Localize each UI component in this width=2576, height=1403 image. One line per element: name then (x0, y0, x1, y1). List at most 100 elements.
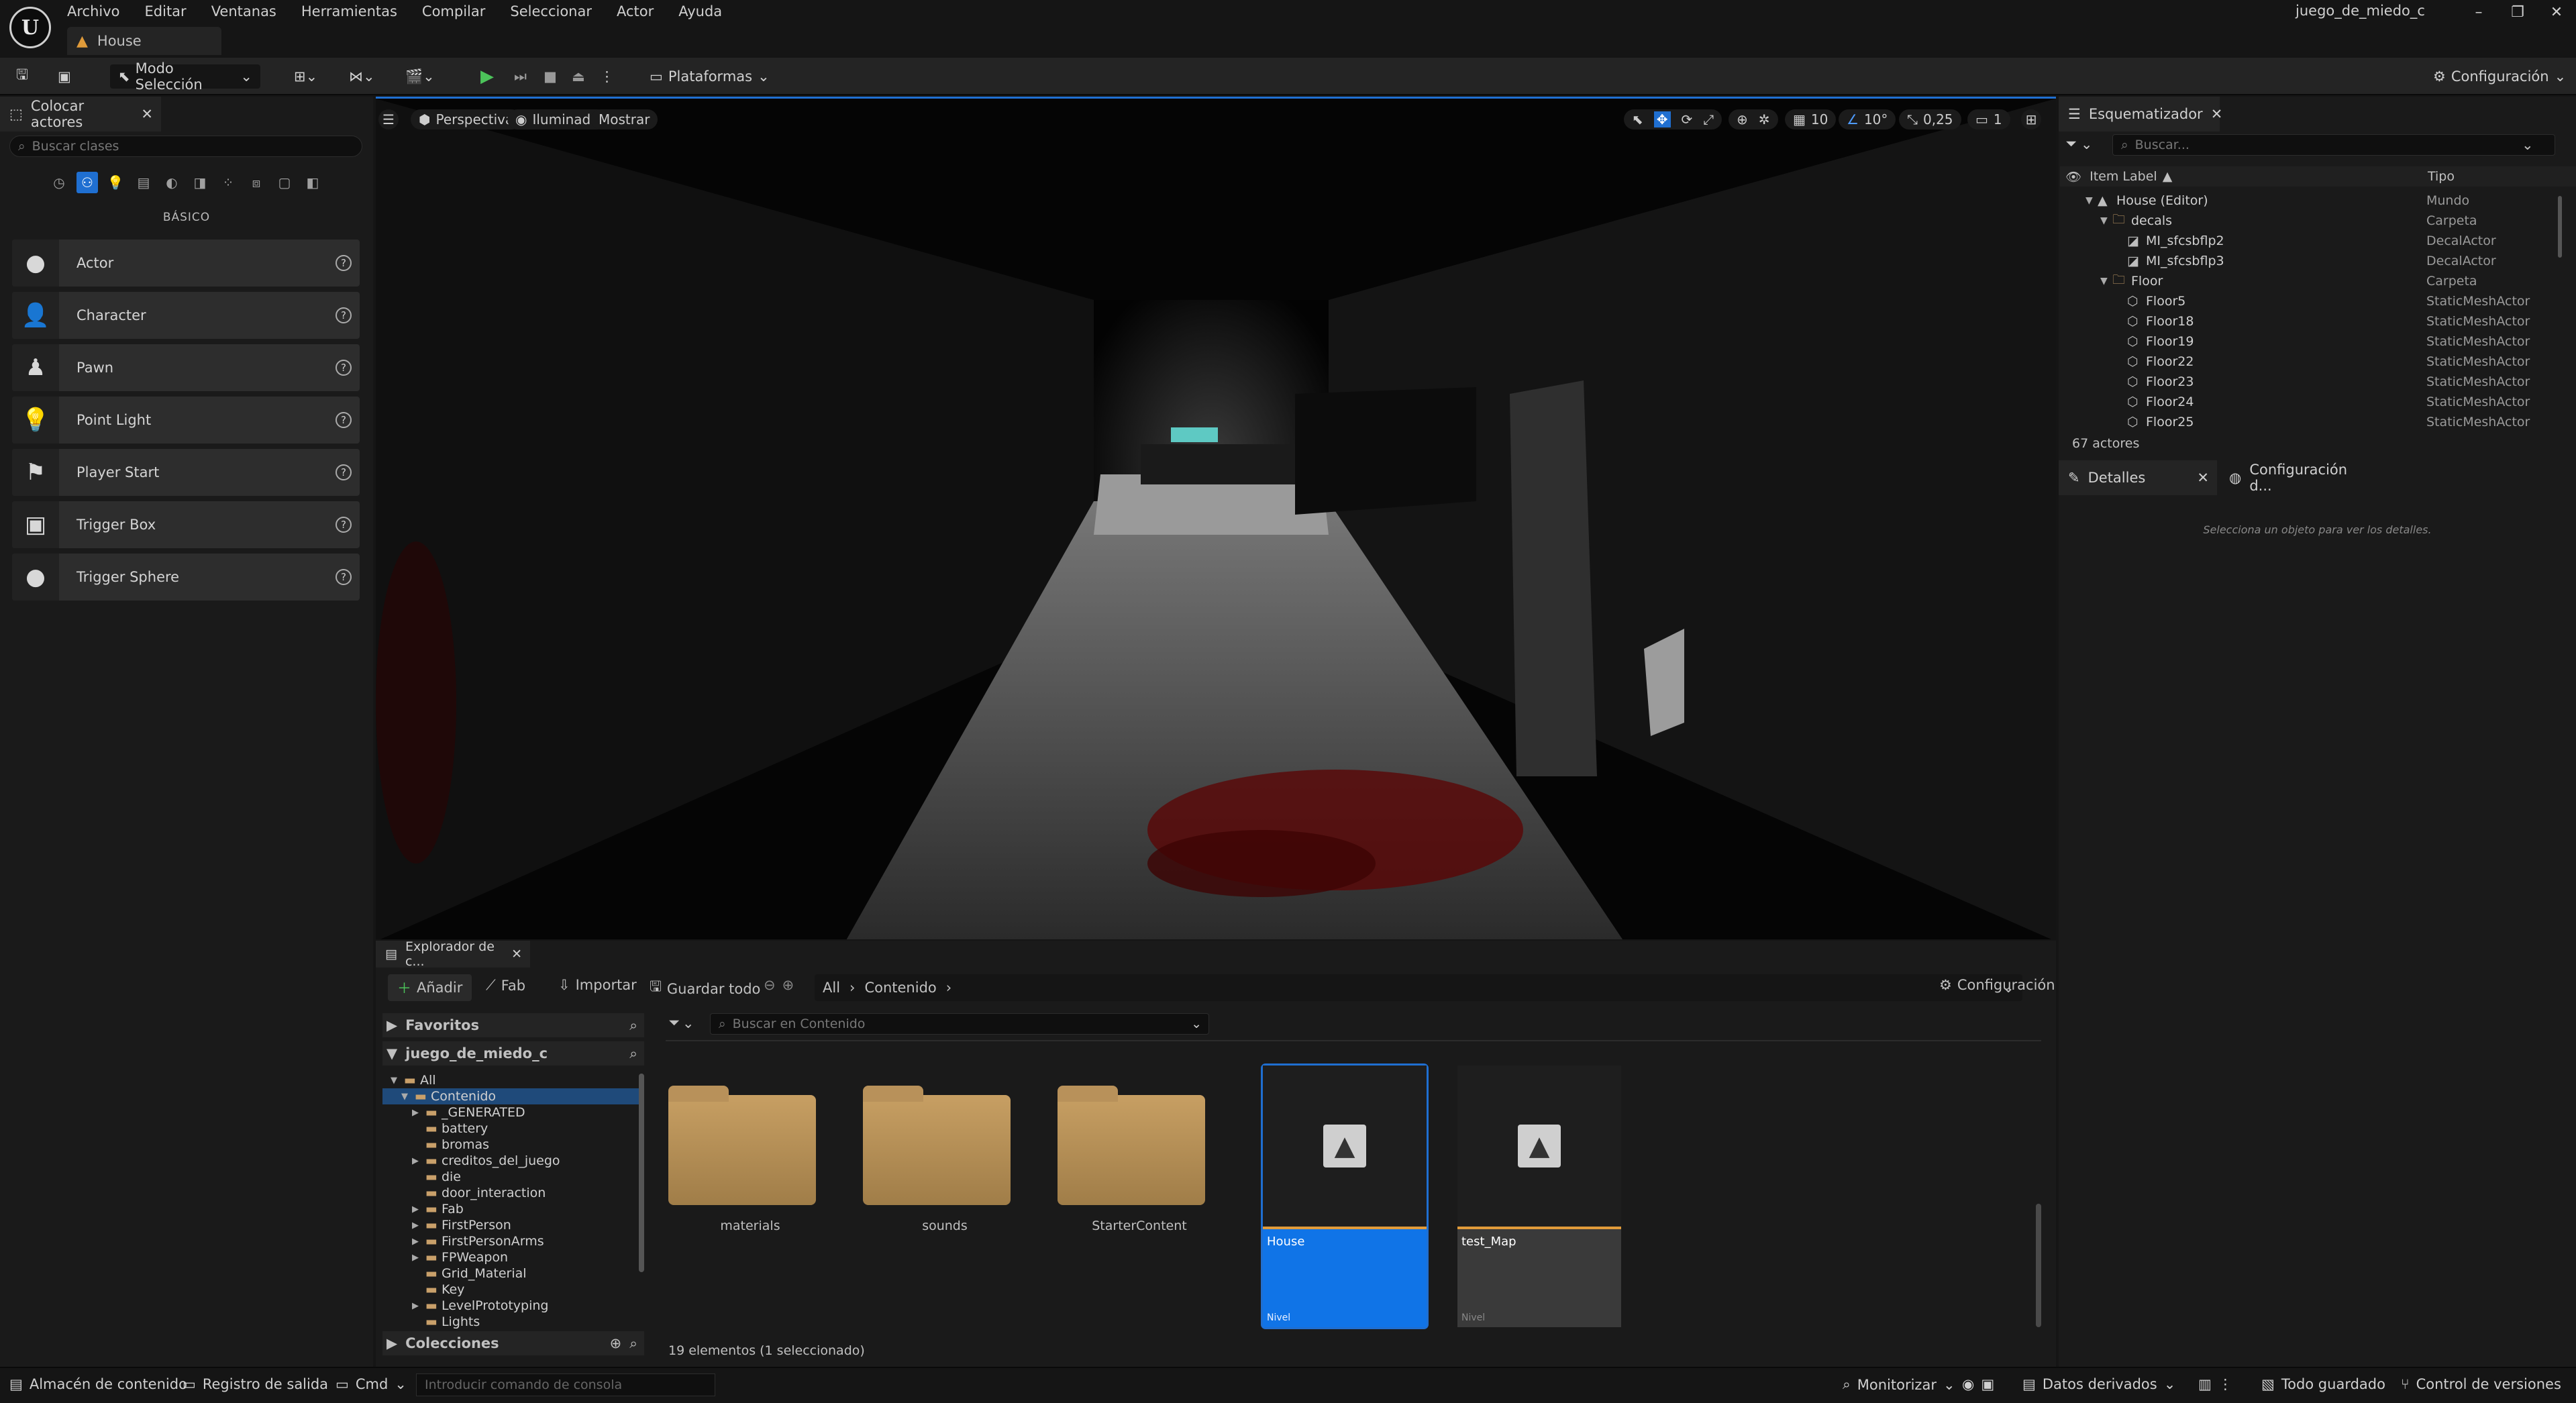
favorites-section[interactable]: ▶ Favoritos ⌕ (382, 1013, 644, 1037)
content-browser-tab[interactable]: ▤ Explorador de c... ✕ (376, 939, 530, 969)
expand-arrow-icon[interactable]: ▶ (412, 1108, 423, 1118)
rotate-tool-icon[interactable]: ⟳ (1682, 111, 1693, 127)
perspective-button[interactable]: ⬢ Perspectiva (411, 109, 522, 129)
back-icon[interactable]: ⊖ (764, 977, 776, 993)
outliner-tab[interactable]: ☰ Esquematizador ✕ (2059, 97, 2223, 132)
outliner-filter[interactable]: ⏷ ⌄ (2065, 136, 2092, 152)
eye-icon[interactable]: 👁 (2065, 169, 2081, 185)
save-all-button[interactable]: 🖫 Guardar todo (650, 977, 760, 1000)
move-tool-icon[interactable]: ✥ (1653, 111, 1671, 127)
help-icon[interactable]: ? (336, 517, 352, 533)
console-input[interactable]: Introducir comando de consola (416, 1373, 715, 1396)
more-icon[interactable]: ⋮ (2218, 1376, 2232, 1392)
project-section[interactable]: ▼ juego_de_miedo_c ⌕ (382, 1041, 644, 1066)
tree-folder[interactable]: ▶ ▬ creditos_del_juego (382, 1153, 644, 1169)
folder-tile[interactable]: StarterContent (1058, 1066, 1221, 1327)
tree-folder[interactable]: ▬ door_interaction (382, 1185, 644, 1201)
col-item-label[interactable]: Item Label (2090, 169, 2157, 184)
help-icon[interactable]: ? (336, 360, 352, 376)
chart-icon[interactable]: ▥ (2198, 1376, 2212, 1392)
outliner-search-input[interactable]: ⌕ Buscar... (2112, 134, 2555, 156)
expand-arrow-icon[interactable]: ▼ (391, 1076, 401, 1086)
eject-icon[interactable]: ⏏ (572, 64, 585, 89)
grid-snap[interactable]: ▦ 10 (1785, 109, 1837, 129)
tree-folder[interactable]: ▬ Key (382, 1282, 644, 1298)
path-content[interactable]: Contenido (864, 980, 936, 996)
close-icon[interactable]: ✕ (2211, 106, 2223, 122)
expand-arrow-icon[interactable]: ▶ (412, 1220, 423, 1231)
tree-folder[interactable]: ▶ ▬ LevelPrototyping (382, 1298, 644, 1314)
class-search-input[interactable]: ⌕ Buscar clases (9, 136, 362, 157)
camera-speed[interactable]: ▭ 1 (1967, 109, 2010, 129)
record-icon[interactable]: ◉ (1962, 1376, 1974, 1392)
expand-arrow-icon[interactable]: ▶ (412, 1253, 423, 1263)
outliner-row[interactable]: ⬡ Floor18 StaticMeshActor (2059, 311, 2576, 331)
world-icon[interactable]: ⊕ (1737, 111, 1748, 127)
cinematics-icon[interactable]: 🎬⌄ (405, 64, 435, 89)
basic-icon[interactable]: ⚇ (76, 172, 98, 193)
tree-folder[interactable]: ▬ battery (382, 1121, 644, 1137)
tree-folder[interactable]: ▶ ▬ FPWeapon (382, 1249, 644, 1265)
close-icon[interactable]: ✕ (511, 947, 522, 962)
scale-snap[interactable]: ⤡ 0,25 (1899, 109, 1961, 129)
search-icon[interactable]: ⌕ (629, 1017, 637, 1034)
surface-snap-icon[interactable]: ✲ (1759, 111, 1770, 127)
layout-icon[interactable]: ⊞ (2021, 109, 2041, 129)
close-icon[interactable]: ✕ (141, 106, 153, 122)
screenshot-icon[interactable]: ▣ (1981, 1376, 1994, 1392)
outliner-row[interactable]: ▼ ▲ House (Editor) Mundo (2059, 191, 2576, 211)
cmd-selector[interactable]: ▭ Cmd ⌄ (336, 1376, 407, 1392)
menu-herramientas[interactable]: Herramientas (301, 3, 410, 19)
outliner-row[interactable]: ⬡ Floor25 StaticMeshActor (2059, 412, 2576, 432)
settings-button[interactable]: ⚙ Configuración ⌄ (2433, 64, 2566, 89)
menu-archivo[interactable]: Archivo (67, 3, 133, 19)
collections-section[interactable]: ▶ Colecciones ⊕ ⌕ (382, 1331, 644, 1355)
tree-folder[interactable]: ▼ ▬ All (382, 1072, 644, 1088)
actor-item[interactable]: 💡 Point Light? (12, 397, 360, 444)
tree-folder[interactable]: ▬ bromas (382, 1137, 644, 1153)
tree-folder[interactable]: ▶ ▬ FirstPerson (382, 1217, 644, 1233)
expand-arrow-icon[interactable]: ▶ (412, 1301, 423, 1311)
expand-arrow-icon[interactable]: ▼ (2085, 195, 2093, 206)
search-icon[interactable]: ⌕ (629, 1335, 637, 1352)
help-icon[interactable]: ? (336, 255, 352, 271)
actor-item[interactable]: ● Actor? (12, 240, 360, 287)
level-asset-tile[interactable]: ▲ test_Map Nivel (1457, 1066, 1621, 1327)
platforms-button[interactable]: ▭ Plataformas ⌄ (650, 64, 770, 89)
help-icon[interactable]: ? (336, 464, 352, 480)
folder-tile[interactable]: sounds (863, 1066, 1027, 1327)
menu-editar[interactable]: Editar (145, 3, 199, 19)
output-log-button[interactable]: ▭ Registro de salida (183, 1376, 328, 1392)
extra-icon[interactable]: ◧ (302, 172, 323, 193)
lights-icon[interactable]: 💡 (105, 172, 126, 193)
actor-item[interactable]: ● Trigger Sphere? (12, 554, 360, 601)
play-options-icon[interactable]: ⋮ (600, 64, 614, 89)
blueprint-icon[interactable]: ⋈⌄ (349, 64, 375, 89)
folder-tile[interactable]: materials (668, 1066, 832, 1327)
world-settings-tab[interactable]: ◍ Configuración d... (2220, 460, 2374, 495)
visual-effects-icon[interactable]: ◐ (161, 172, 183, 193)
search-icon[interactable]: ⌕ (629, 1045, 637, 1062)
outliner-row[interactable]: ◪ MI_sfcsbflp2 DecalActor (2059, 231, 2576, 251)
expand-arrow-icon[interactable]: ▼ (2100, 276, 2108, 287)
help-icon[interactable]: ? (336, 569, 352, 585)
actor-item[interactable]: ▣ Trigger Box? (12, 501, 360, 548)
level-asset-tile[interactable]: ▲ House Nivel (1261, 1063, 1429, 1329)
close-icon[interactable]: ✕ (2537, 4, 2576, 21)
chevron-down-icon[interactable]: ⌄ (2522, 137, 2534, 153)
derived-data-button[interactable]: ▤ Datos derivados ⌄ (2022, 1376, 2175, 1392)
path-all[interactable]: All (823, 980, 840, 996)
outliner-scrollbar[interactable] (2558, 196, 2562, 258)
close-icon[interactable]: ✕ (2197, 470, 2209, 486)
cb-settings-button[interactable]: ⚙ Configuración (1939, 977, 2055, 993)
cinematic-icon[interactable]: ▢ (274, 172, 295, 193)
outliner-row[interactable]: ◪ MI_sfcsbflp3 DecalActor (2059, 251, 2576, 271)
content-icon[interactable]: ▣ (58, 64, 71, 89)
menu-seleccionar[interactable]: Seleccionar (510, 3, 605, 19)
menu-compilar[interactable]: Compilar (422, 3, 498, 19)
outliner-row[interactable]: ⬡ Floor23 StaticMeshActor (2059, 372, 2576, 392)
actor-item[interactable]: 👤 Character? (12, 292, 360, 339)
geometry-icon[interactable]: ⧈ (246, 172, 267, 193)
add-collection-icon[interactable]: ⊕ (610, 1335, 622, 1351)
outliner-row[interactable]: ▼ 🗀 decals Carpeta (2059, 211, 2576, 231)
